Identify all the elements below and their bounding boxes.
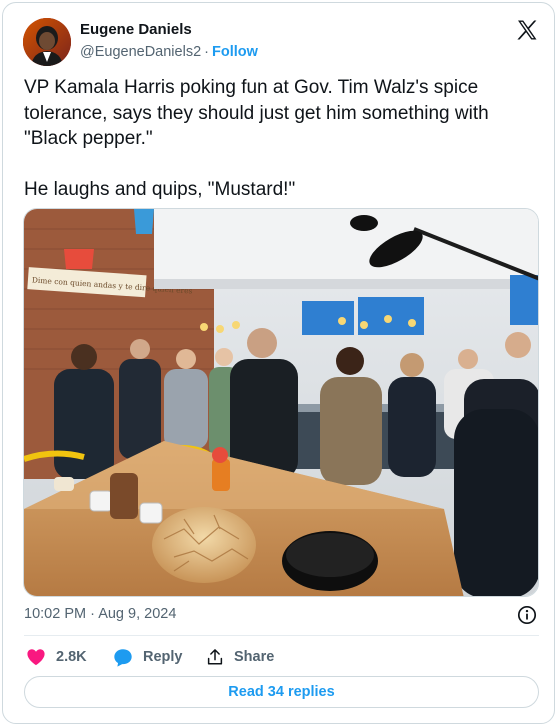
author-handle[interactable]: @EugeneDaniels2 xyxy=(80,44,201,60)
tweet-paragraph-2: He laughs and quips, "Mustard!" xyxy=(24,179,296,200)
tweet-paragraph-1: VP Kamala Harris poking fun at Gov. Tim … xyxy=(24,77,489,149)
like-count: 2.8K xyxy=(56,649,87,665)
x-logo-icon[interactable] xyxy=(515,18,539,42)
author-name[interactable]: Eugene Daniels xyxy=(80,21,192,38)
reply-label: Reply xyxy=(143,649,183,665)
heart-icon xyxy=(27,649,45,666)
avatar-image xyxy=(23,18,71,66)
share-upload-icon xyxy=(207,649,223,665)
author-avatar[interactable] xyxy=(23,18,71,66)
handle-separator: · xyxy=(204,44,209,60)
tweet-timestamp[interactable]: 10:02 PM · Aug 9, 2024 xyxy=(24,606,176,622)
author-handle-row: @EugeneDaniels2 · Follow xyxy=(80,44,258,60)
divider xyxy=(24,635,539,636)
read-replies-button[interactable]: Read 34 replies xyxy=(24,676,539,708)
reply-bubble-icon xyxy=(114,648,132,667)
share-button[interactable]: Share xyxy=(206,646,274,668)
tweet-photo[interactable]: Dime con quien andas y te dire quien ere… xyxy=(23,208,539,597)
info-icon[interactable] xyxy=(517,605,537,625)
reply-button[interactable]: Reply xyxy=(113,646,183,668)
timestamp-separator: · xyxy=(90,606,95,622)
tweet-text: VP Kamala Harris poking fun at Gov. Tim … xyxy=(24,75,536,203)
tweet-date: Aug 9, 2024 xyxy=(98,606,177,622)
follow-button[interactable]: Follow xyxy=(212,44,258,60)
restaurant-photo: Dime con quien andas y te dire quien ere… xyxy=(24,209,538,596)
tweet-card: Eugene Daniels @EugeneDaniels2 · Follow VP… xyxy=(2,2,555,724)
like-button[interactable]: 2.8K xyxy=(26,646,87,668)
share-label: Share xyxy=(234,649,275,665)
tweet-time: 10:02 PM xyxy=(24,606,87,622)
